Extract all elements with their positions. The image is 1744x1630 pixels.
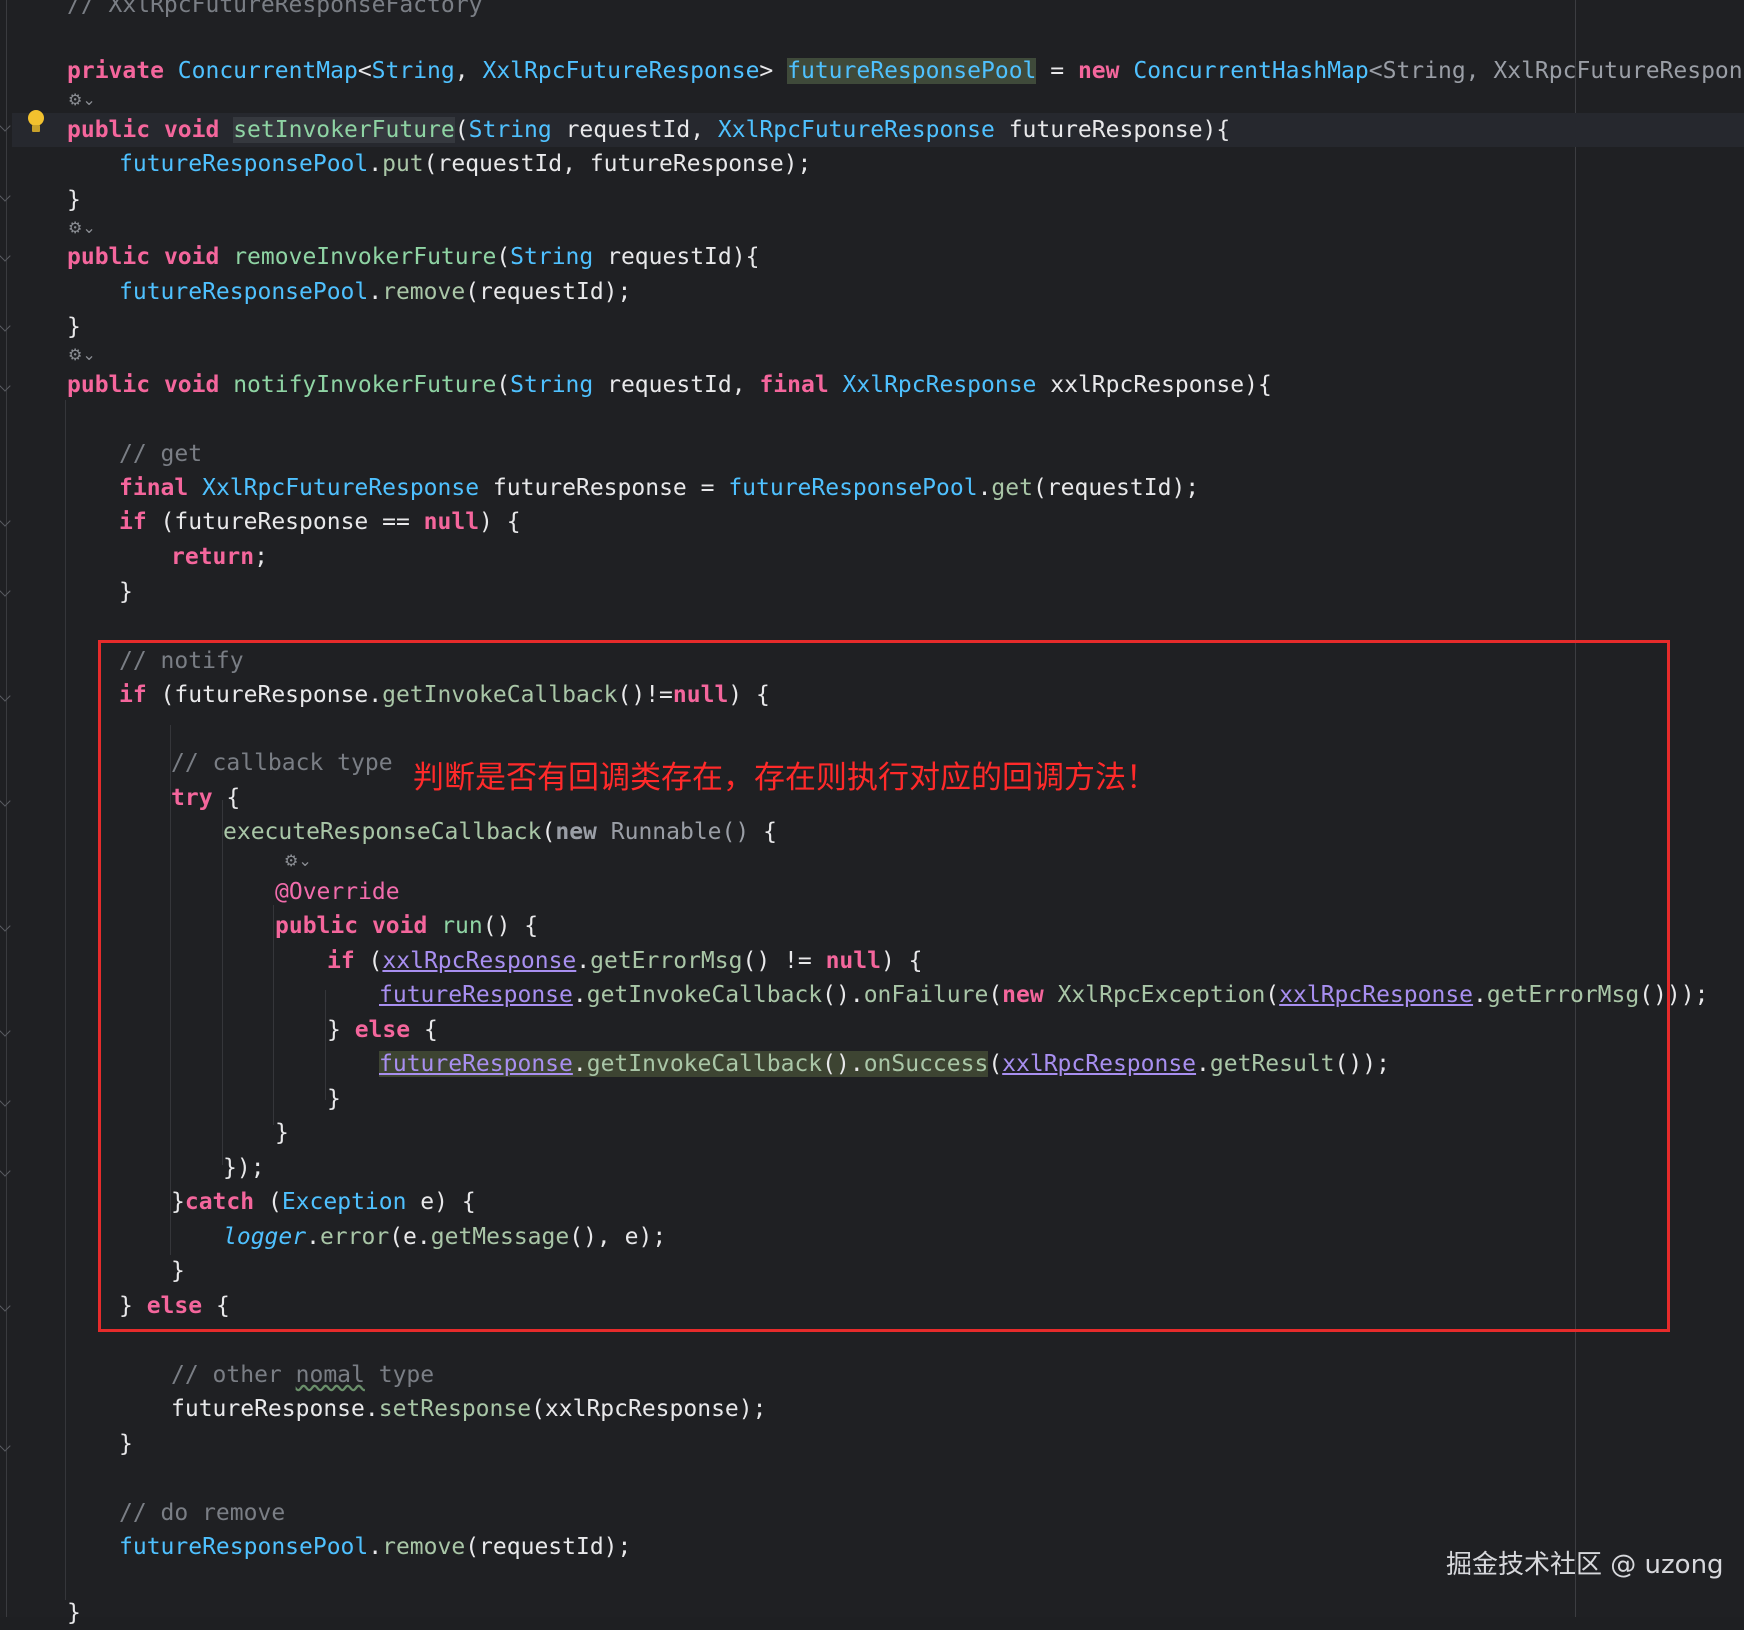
type-name: XxlRpcFutureResponse (202, 475, 480, 501)
method-call: remove (382, 1534, 466, 1560)
fold-marker[interactable] (0, 795, 10, 807)
type-name: String (510, 372, 594, 398)
code-line: public void removeInvokerFuture(String r… (67, 244, 760, 270)
type-name: XxlRpcFutureResponse (717, 117, 995, 143)
type-name: ConcurrentMap (177, 58, 358, 84)
code-line: // do remove (119, 1496, 285, 1530)
keyword: public (67, 244, 151, 270)
inlay-hint-icon[interactable]: ⚙⌄ (68, 90, 96, 109)
code-line: public void setInvokerFuture(String requ… (67, 117, 1231, 143)
gutter (6, 0, 7, 1617)
keyword: public (67, 117, 151, 143)
fold-marker[interactable] (0, 690, 10, 702)
code-line: // get (119, 437, 202, 471)
code-line: } (119, 1431, 133, 1457)
code-line: public void notifyInvokerFuture(String r… (67, 372, 1272, 398)
typo-word: nomal (295, 1362, 365, 1388)
code-line: final XxlRpcFutureResponse futureRespons… (119, 475, 1200, 501)
keyword: public (67, 372, 151, 398)
keyword: final (759, 372, 829, 398)
code-line: futureResponsePool.remove(requestId); (119, 279, 632, 305)
type-name: String (510, 244, 594, 270)
code-line: futureResponsePool.remove(requestId); (119, 1534, 632, 1560)
method-name: removeInvokerFuture (233, 244, 497, 270)
fold-marker[interactable] (0, 1165, 10, 1177)
keyword: return (171, 544, 255, 570)
inlay-hint-icon[interactable]: ⚙⌄ (68, 218, 96, 237)
code-line: return; (171, 544, 268, 570)
variable: futureResponse (171, 1396, 365, 1422)
inlay-hint-icon[interactable]: ⚙⌄ (68, 345, 96, 364)
code-editor[interactable]: ⚙⌄ ⚙⌄ ⚙⌄ ⚙⌄ // XxlRpcFutureResponseFacto… (0, 0, 1744, 1626)
keyword: null (423, 509, 480, 535)
code-line: } (67, 314, 81, 340)
keyword: if (119, 509, 147, 535)
highlight-box (98, 640, 1670, 1332)
code-line: futureResponse.setResponse(xxlRpcRespons… (171, 1396, 767, 1422)
fold-marker[interactable] (0, 320, 10, 332)
fold-marker[interactable] (0, 515, 10, 527)
lightbulb-icon[interactable] (28, 110, 44, 134)
code-line: private ConcurrentMap<String, XxlRpcFutu… (67, 58, 1744, 84)
keyword: void (163, 244, 220, 270)
code-line: // XxlRpcFutureResponseFactory (67, 0, 482, 22)
fold-marker[interactable] (0, 920, 10, 932)
method-call: put (382, 151, 424, 177)
fold-marker[interactable] (0, 1440, 10, 1452)
indent-guide (65, 400, 66, 1600)
method-call: remove (382, 279, 466, 305)
method-name: notifyInvokerFuture (233, 372, 497, 398)
fold-marker[interactable] (0, 1095, 10, 1107)
fold-marker[interactable] (0, 250, 10, 262)
keyword: void (163, 372, 220, 398)
type-name: String (468, 117, 552, 143)
comment: // other (171, 1362, 296, 1388)
fold-marker[interactable] (0, 120, 10, 132)
fold-marker[interactable] (0, 585, 10, 597)
comment: // get (119, 441, 203, 467)
fold-marker[interactable] (0, 190, 10, 202)
type-name: XxlRpcFutureResponse (482, 58, 760, 84)
code-line: } (67, 187, 81, 213)
watermark: 掘金技术社区 @ uzong (1446, 1550, 1724, 1580)
field-name: futureResponsePool (119, 279, 369, 305)
type-name: String (371, 58, 455, 84)
code-line: futureResponsePool.put(requestId, future… (119, 151, 812, 177)
keyword: private (67, 58, 164, 84)
annotation-text: 判断是否有回调类存在，存在则执行对应的回调方法！ (413, 760, 1157, 796)
method-call: get (991, 475, 1033, 501)
keyword: new (1077, 58, 1120, 84)
field-name: futureResponsePool (119, 151, 369, 177)
type-name: XxlRpcResponse (842, 372, 1037, 398)
fold-marker[interactable] (0, 380, 10, 392)
code-line: } (67, 1600, 81, 1626)
comment: // XxlRpcFutureResponseFactory (67, 0, 483, 18)
method-call: setResponse (378, 1396, 532, 1422)
code-line: } (119, 579, 133, 605)
keyword: final (119, 475, 189, 501)
field-name: futureResponsePool (787, 58, 1037, 84)
keyword: void (163, 117, 220, 143)
code-line: // other nomal type (171, 1362, 435, 1388)
method-name: setInvokerFuture (233, 117, 455, 143)
fold-marker[interactable] (0, 1025, 10, 1037)
type-name: ConcurrentHashMap (1133, 58, 1369, 84)
fold-marker[interactable] (0, 1300, 10, 1312)
comment: // do remove (119, 1500, 286, 1526)
field-name: futureResponsePool (119, 1534, 369, 1560)
field-name: futureResponsePool (728, 475, 978, 501)
code-line: if (futureResponse == null) { (119, 509, 521, 535)
